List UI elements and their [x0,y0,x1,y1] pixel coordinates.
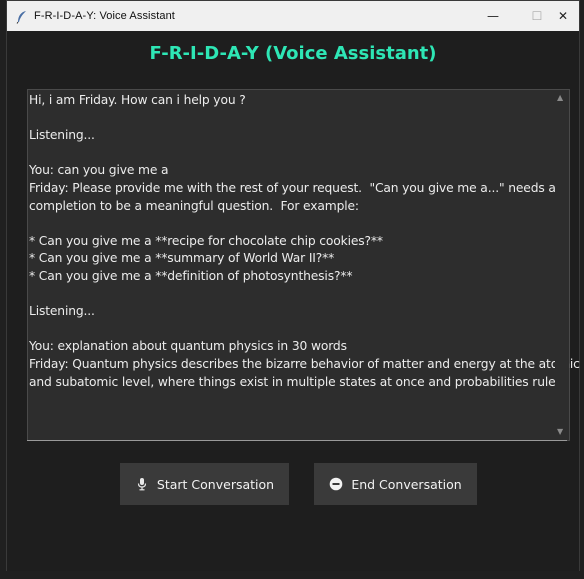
conversation-line: * Can you give me a **definition of phot… [29,268,353,283]
conversation-text: Hi, i am Friday. How can i help you ? Lis… [29,92,580,391]
client-area: F-R-I-D-A-Y (Voice Assistant) Hi, i am F… [7,31,580,571]
conversation-line: Hi, i am Friday. How can i help you ? [29,93,246,107]
textbox-underline [27,440,567,441]
vertical-scrollbar[interactable]: ▲ ▼ [555,90,569,440]
close-icon: ✕ [557,9,569,23]
conversation-line: completion to be a meaningful question. … [29,198,359,213]
conversation-line [29,215,549,233]
microphone-icon [135,477,149,491]
window-title: F-R-I-D-A-Y: Voice Assistant [34,10,175,22]
title-bar[interactable]: F-R-I-D-A-Y: Voice Assistant — ☐ ✕ [7,1,579,31]
conversation-line [29,145,549,163]
scroll-up-icon[interactable]: ▲ [557,94,563,102]
maximize-icon: ☐ [531,9,543,23]
minimize-icon: — [487,9,499,23]
feather-icon [16,9,28,24]
start-conversation-button[interactable]: Start Conversation [120,463,289,505]
end-conversation-button[interactable]: End Conversation [314,463,477,505]
stop-circle-icon [329,477,343,491]
conversation-line: * Can you give me a **summary of World W… [29,251,335,266]
conversation-line: * Can you give me a **recipe for chocola… [29,233,383,248]
conversation-line: Listening... [29,304,95,319]
scroll-down-icon[interactable]: ▼ [557,428,563,436]
conversation-line [29,321,549,339]
conversation-line: You: explanation about quantum physics i… [29,339,347,354]
app-window: F-R-I-D-A-Y: Voice Assistant — ☐ ✕ F-R-I… [6,0,580,571]
minimize-button[interactable]: — [471,1,515,31]
conversation-line: You: can you give me a [29,163,169,178]
conversation-line [29,286,549,304]
conversation-textbox[interactable]: Hi, i am Friday. How can i help you ? Lis… [27,89,580,441]
conversation-line: and subatomic level, where things exist … [29,374,560,389]
conversation-line [29,110,549,128]
app-heading: F-R-I-D-A-Y (Voice Assistant) [149,43,437,64]
end-conversation-label: End Conversation [351,476,462,492]
conversation-line: Friday: Quantum physics describes the bi… [29,356,580,371]
close-button[interactable]: ✕ [547,1,579,31]
start-conversation-label: Start Conversation [156,476,275,492]
conversation-line: Listening... [29,128,95,143]
conversation-line: Friday: Please provide me with the rest … [29,180,556,195]
